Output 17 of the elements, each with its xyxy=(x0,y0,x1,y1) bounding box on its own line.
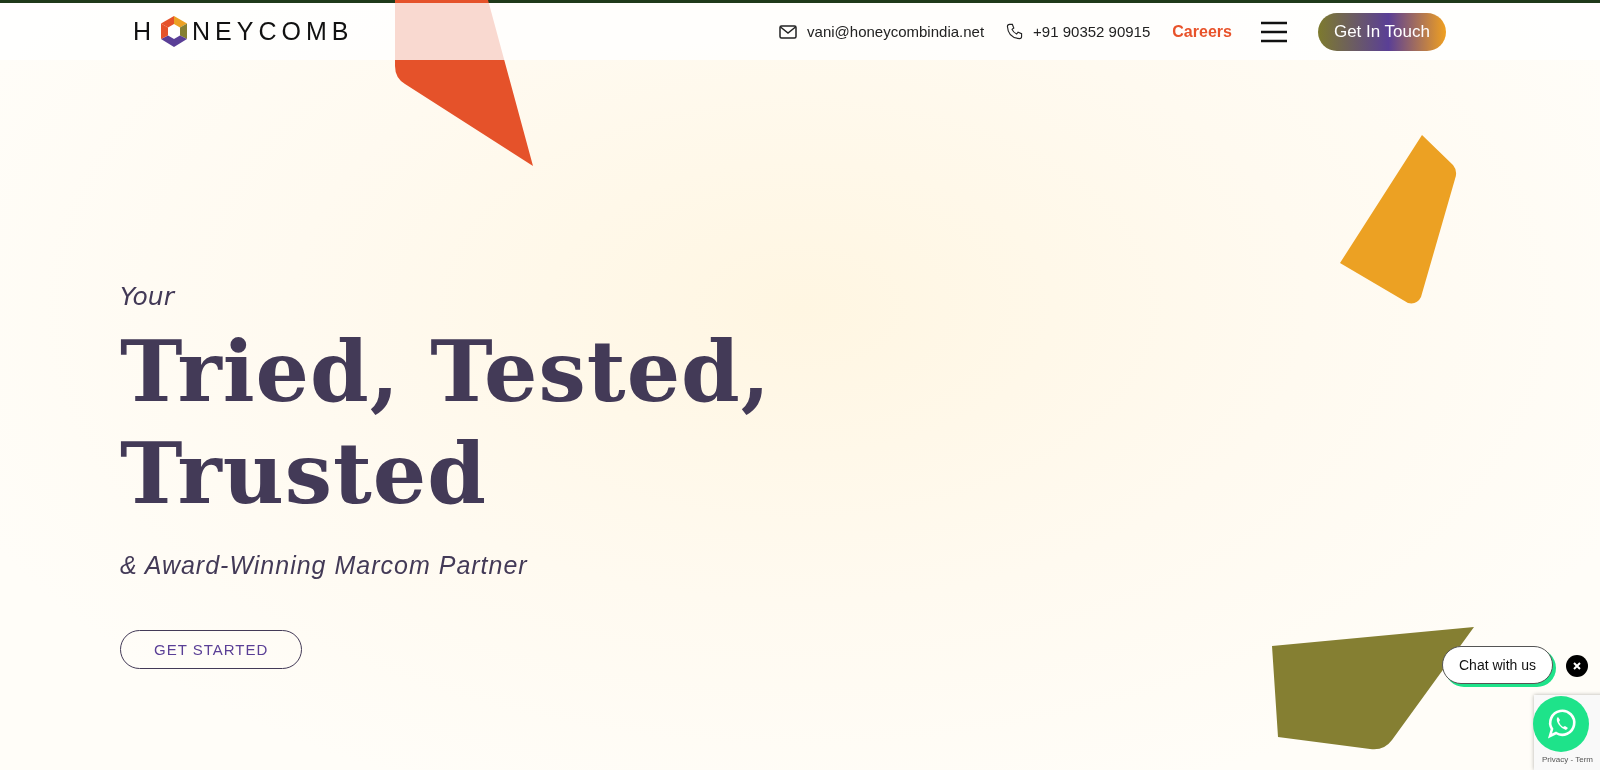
mail-icon xyxy=(779,24,798,39)
hero-heading: Tried, Tested, xyxy=(120,321,772,423)
careers-link[interactable]: Careers xyxy=(1172,22,1232,41)
phone-link[interactable]: +91 90352 90915 xyxy=(1033,23,1151,40)
logo-text: H xyxy=(133,17,157,46)
menu-icon[interactable] xyxy=(1259,20,1288,43)
recaptcha-text[interactable]: Privacy - Term xyxy=(1542,755,1593,764)
hexagon-logo-icon xyxy=(160,16,189,47)
eyebrow-text: Your xyxy=(120,282,174,311)
logo-text: NEYCOMB xyxy=(192,17,354,46)
close-icon[interactable] xyxy=(1566,655,1588,677)
get-in-touch-button[interactable]: Get In Touch xyxy=(1317,12,1446,51)
hero-subtitle: & Award-Winning Marcom Partner xyxy=(120,551,528,580)
email-link[interactable]: vani@honeycombindia.net xyxy=(807,23,985,40)
hero-heading: Trusted xyxy=(120,423,487,525)
chat-bubble[interactable]: Chat with us xyxy=(1442,646,1554,684)
phone-icon xyxy=(1006,23,1024,40)
